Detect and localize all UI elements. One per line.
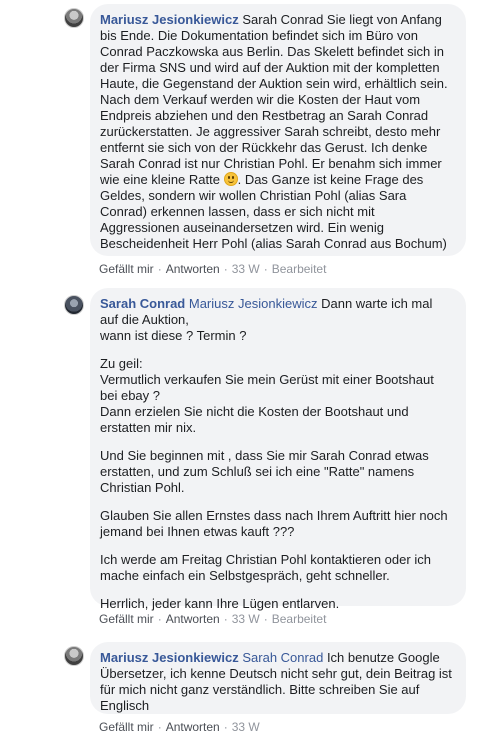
separator: · — [223, 612, 228, 626]
comment-paragraph: Glauben Sie allen Ernstes dass nach Ihre… — [100, 508, 448, 539]
like-link[interactable]: Gefällt mir — [99, 262, 154, 276]
comment-paragraph: Sarah Conrad Mariusz Jesionkiewicz Dann … — [100, 296, 454, 344]
separator: · — [263, 262, 268, 276]
timestamp[interactable]: 33 W — [232, 720, 260, 734]
separator: · — [157, 612, 162, 626]
comment-paragraph: Und Sie beginnen mit , dass Sie mir Sara… — [100, 448, 429, 495]
comment-author[interactable]: Sarah Conrad — [100, 296, 185, 311]
comment-actions: Gefällt mir · Antworten · 33 W — [99, 720, 260, 734]
separator: · — [223, 720, 228, 734]
like-link[interactable]: Gefällt mir — [99, 720, 154, 734]
edited-label: Bearbeitet — [271, 612, 327, 626]
comment-paragraph: Herrlich, jeder kann Ihre Lügen entlarve… — [100, 596, 340, 611]
timestamp[interactable]: 33 W — [232, 612, 260, 626]
smiling-face-emoji-icon — [223, 172, 238, 186]
avatar[interactable] — [64, 646, 84, 666]
edited-label: Bearbeitet — [271, 262, 327, 276]
comment-actions: Gefällt mir · Antworten · 33 W · Bearbeitet — [99, 262, 326, 276]
like-link[interactable]: Gefällt mir — [99, 612, 154, 626]
comment-bubble: Mariusz Jesionkiewicz Sarah Conrad Ich b… — [90, 642, 466, 714]
comment-actions: Gefällt mir · Antworten · 33 W · Bearbeitet — [99, 612, 326, 626]
comment-mention[interactable]: Sarah Conrad — [242, 650, 323, 665]
comment-text: Mariusz Jesionkiewicz Sarah Conrad Ich b… — [100, 650, 454, 714]
reply-link[interactable]: Antworten — [166, 262, 220, 276]
comment-body: Sarah Conrad Sie liegt von Anfang bis En… — [100, 12, 448, 187]
comment-paragraph: Zu geil: Vermutlich verkaufen Sie mein G… — [100, 356, 434, 435]
comment-paragraph: Ich werde am Freitag Christian Pohl kont… — [100, 552, 431, 583]
avatar[interactable] — [64, 295, 84, 315]
separator: · — [157, 720, 162, 734]
reply-link[interactable]: Antworten — [166, 612, 220, 626]
separator: · — [157, 262, 162, 276]
comment-author[interactable]: Mariusz Jesionkiewicz — [100, 650, 239, 665]
comment-bubble: Sarah Conrad Mariusz Jesionkiewicz Dann … — [90, 288, 466, 611]
reply-link[interactable]: Antworten — [166, 720, 220, 734]
comment-bubble: Mariusz Jesionkiewicz Sarah Conrad Sie l… — [90, 4, 466, 256]
separator: · — [223, 262, 228, 276]
separator: · — [263, 612, 268, 626]
timestamp[interactable]: 33 W — [232, 262, 260, 276]
comment-mention[interactable]: Mariusz Jesionkiewicz — [189, 296, 318, 311]
comment-author[interactable]: Mariusz Jesionkiewicz — [100, 12, 239, 27]
comment-text: Mariusz Jesionkiewicz Sarah Conrad Sie l… — [100, 12, 454, 252]
avatar[interactable] — [64, 8, 84, 28]
